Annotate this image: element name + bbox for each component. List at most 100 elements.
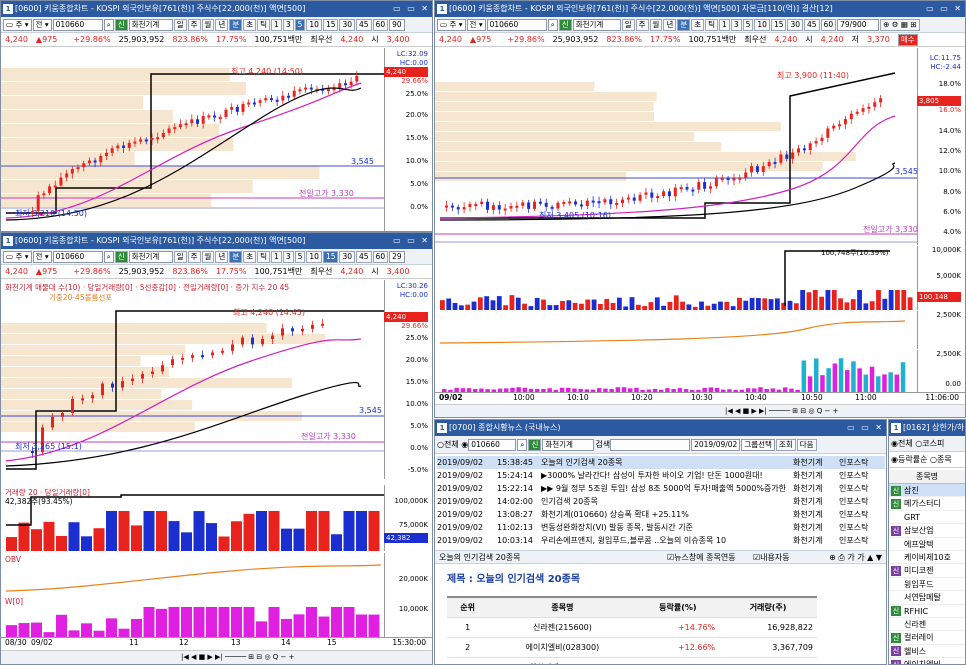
title-bar[interactable]: 1 [0600] 키움종합차트 - KOSPI 외국인보유[761(천)] 주식수…	[435, 1, 965, 17]
period-year[interactable]: 년	[663, 18, 677, 31]
window-controls[interactable]: ▭ ▭ ✕	[847, 420, 884, 436]
list-item[interactable]: 신 컬러레이	[889, 631, 965, 645]
interval-45[interactable]: 45	[356, 18, 372, 31]
period-year[interactable]: 년	[215, 18, 229, 31]
interval-10[interactable]: 10	[306, 18, 322, 31]
code-input[interactable]: 010660	[486, 18, 547, 31]
period-day[interactable]: 일	[173, 18, 187, 31]
period-minute[interactable]: 분	[229, 250, 243, 263]
chart-scrollbar[interactable]: |◀ ◀ ■ ▶ ▶| ───── ⊞ ⊟ ◎ Q − +	[1, 650, 432, 664]
code-input[interactable]: 010660	[52, 250, 103, 263]
period-week[interactable]: 주	[635, 18, 649, 31]
radio-sort-name[interactable]: ○종목	[930, 455, 952, 464]
interval-5[interactable]: 5	[742, 18, 754, 31]
count-input[interactable]: 90	[389, 18, 405, 31]
radio-code[interactable]: ◉	[461, 440, 468, 449]
list-item[interactable]: 신 삼보산업	[889, 524, 965, 538]
link-checkbox[interactable]: ☑뉴스창에 종목연동	[667, 551, 736, 564]
buy-button[interactable]: 매수	[897, 33, 918, 46]
radio-all[interactable]: ○전체	[437, 440, 459, 449]
period-second[interactable]: 초	[243, 250, 257, 263]
price-chart[interactable]: 최고 3,900 (11:40) 최저 3,405 (10:16) 전일고가 3,3…	[435, 48, 919, 245]
market-select[interactable]: 전 ▾	[466, 18, 486, 31]
list-item[interactable]: GRT	[889, 511, 965, 525]
interval-15[interactable]: 15	[322, 250, 339, 263]
interval-30[interactable]: 30	[339, 18, 356, 31]
interval-3[interactable]: 3	[282, 250, 294, 263]
date-input[interactable]: 2019/09/02	[691, 438, 741, 451]
count-input[interactable]: 29	[389, 250, 405, 263]
window-controls[interactable]: ▭ ▭ ✕	[393, 233, 430, 249]
period-second[interactable]: 초	[691, 18, 705, 31]
period-day[interactable]: 일	[621, 18, 635, 31]
obv-chart[interactable]	[435, 311, 919, 349]
next-button[interactable]: 다음	[796, 438, 817, 451]
menu-dropdown[interactable]: ▭ 주 ▾	[3, 18, 32, 31]
list-item[interactable]: 케이비제10호	[889, 551, 965, 565]
window-controls[interactable]: ▭ ▭ ✕	[926, 1, 963, 17]
list-item[interactable]: 2019/09/02 10:03:14 우리손에프앤지, 윙입푸드,블루콤 ..오늘…	[437, 534, 885, 547]
radio-all[interactable]: ◉전체	[891, 439, 913, 448]
market-select[interactable]: 전 ▾	[32, 18, 52, 31]
count-input[interactable]: 79/900	[837, 18, 880, 31]
period-day[interactable]: 일	[173, 250, 187, 263]
list-item[interactable]: 2019/09/02 15:22:14 ▶▶ 9월 정부 5조원 투입! 삼성 8조…	[437, 482, 885, 495]
interval-45[interactable]: 45	[356, 250, 372, 263]
radio-sort-rate[interactable]: ◉등락률순	[891, 455, 927, 464]
radio-kospi[interactable]: ○코스피	[915, 439, 944, 448]
obv-chart[interactable]	[1, 553, 386, 595]
interval-15[interactable]: 15	[770, 18, 787, 31]
search-icon[interactable]: ⌕	[103, 250, 114, 263]
period-month[interactable]: 월	[201, 250, 215, 263]
interval-30[interactable]: 30	[339, 250, 356, 263]
w-chart[interactable]	[1, 595, 386, 637]
volume-chart[interactable]	[1, 485, 386, 551]
toolbar-icons[interactable]: ⊕ ⚙ ▦ ⊞	[880, 18, 920, 31]
list-item[interactable]: 신 헬비스	[889, 645, 965, 659]
interval-3[interactable]: 3	[730, 18, 742, 31]
interval-1[interactable]: 1	[271, 250, 282, 263]
title-bar[interactable]: 1 [0162] 상한가/하	[889, 420, 965, 436]
interval-60[interactable]: 60	[372, 250, 389, 263]
title-bar[interactable]: 1 [0600] 키움종합차트 - KOSPI 외국인보유[761(천)] 주식수…	[1, 1, 432, 17]
interval-3[interactable]: 3	[282, 18, 294, 31]
keyword-input[interactable]	[610, 438, 691, 451]
period-week[interactable]: 주	[187, 250, 201, 263]
list-item[interactable]: 신 RFHIC	[889, 605, 965, 618]
list-item[interactable]: 윙입푸드	[889, 578, 965, 592]
auto-checkbox[interactable]: ☑내용자동	[753, 551, 790, 564]
interval-15[interactable]: 15	[322, 18, 339, 31]
list-item[interactable]: 신 미디코젠	[889, 564, 965, 578]
list-item[interactable]: 신 메가스터디	[889, 497, 965, 511]
search-icon[interactable]: ⌕	[547, 18, 558, 31]
interval-10[interactable]: 10	[306, 250, 322, 263]
period-year[interactable]: 년	[215, 250, 229, 263]
interval-45[interactable]: 45	[804, 18, 820, 31]
interval-60[interactable]: 60	[820, 18, 837, 31]
menu-dropdown[interactable]: ▭ 주 ▾	[3, 250, 32, 263]
search-icon[interactable]: ⌕	[103, 18, 114, 31]
period-month[interactable]: 월	[201, 18, 215, 31]
interval-60[interactable]: 60	[372, 18, 389, 31]
period-week[interactable]: 주	[187, 18, 201, 31]
interval-1[interactable]: 1	[719, 18, 730, 31]
period-minute[interactable]: 분	[677, 18, 691, 31]
w-chart[interactable]	[435, 350, 919, 392]
list-item[interactable]: 2019/09/02 13:08:27 화천기계(010660) 상승폭 확대 +2…	[437, 508, 885, 521]
interval-5[interactable]: 5	[294, 250, 306, 263]
list-item[interactable]: 2019/09/02 14:02:00 인기검색 20종목 화천기계 인포스탁	[437, 495, 885, 508]
title-bar[interactable]: 1 [0600] 키움종합차트 - KOSPI 외국인보유[761(천)] 주식수…	[1, 233, 432, 249]
period-tick[interactable]: 틱	[257, 250, 271, 263]
interval-30[interactable]: 30	[787, 18, 804, 31]
interval-10[interactable]: 10	[754, 18, 770, 31]
list-item[interactable]: 에프알텍	[889, 538, 965, 551]
list-item[interactable]: 2019/09/02 15:38:45 오늘의 인기검색 20종목 화천기계 인포스탁	[437, 456, 885, 469]
list-item[interactable]: 2019/09/02 15:24:14 ▶3000% 날라간다! 삼성이 투자한 바…	[437, 469, 885, 482]
list-item[interactable]: 신 에이치엘비	[889, 658, 965, 664]
query-button[interactable]: 조회	[775, 438, 796, 451]
price-chart[interactable]: 최고 4,240 (14:50) 최저 3,210 (14:50) 전일고가 3,3…	[1, 48, 386, 232]
period-minute[interactable]: 분	[229, 18, 243, 31]
period-tick[interactable]: 틱	[705, 18, 719, 31]
menu-dropdown[interactable]: ▭ 주 ▾	[437, 18, 466, 31]
interval-5[interactable]: 5	[294, 18, 306, 31]
